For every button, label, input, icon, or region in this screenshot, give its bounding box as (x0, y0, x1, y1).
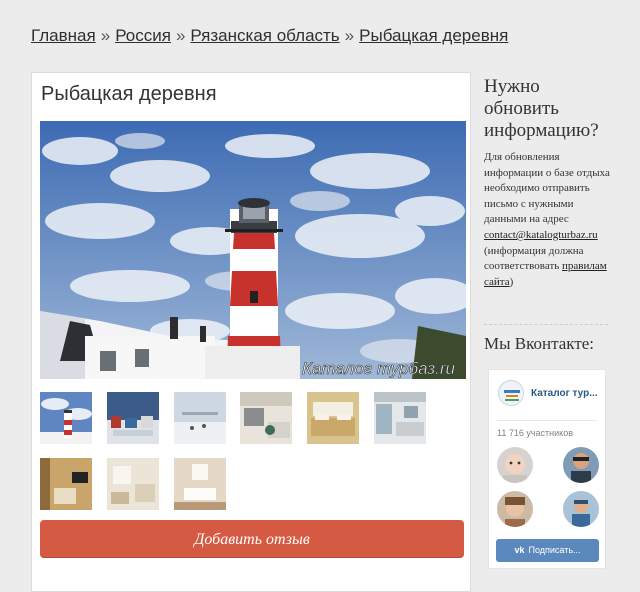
breadcrumb-separator: » (100, 26, 111, 45)
vk-divider (497, 420, 597, 421)
hero-photo[interactable]: Каталог турбаз.ru (40, 121, 466, 379)
bathroom-photo-icon[interactable] (174, 458, 226, 510)
group-logo-icon[interactable] (498, 380, 524, 406)
vk-member-count[interactable]: 11 716 участников (497, 428, 573, 438)
add-review-button[interactable]: Добавить отзыв (40, 520, 464, 557)
breadcrumb-home-link[interactable]: Главная (31, 26, 96, 45)
room-photo-icon[interactable] (107, 458, 159, 510)
member-avatar-2[interactable] (563, 447, 599, 483)
lighthouse-photo-image: Каталог турбаз.ru (40, 121, 466, 379)
kitchen2-photo-icon[interactable] (374, 392, 426, 444)
houses-photo-icon[interactable] (107, 392, 159, 444)
snow-photo-icon[interactable] (174, 392, 226, 444)
main-content-card: Рыбацкая деревня Каталог турбаз.ru Добав… (31, 72, 471, 592)
breadcrumb-current-link[interactable]: Рыбацкая деревня (359, 26, 508, 45)
update-info-text: Для обновления информации о базе отдыха … (484, 150, 614, 290)
member-avatar-3[interactable] (497, 491, 533, 527)
bedroom-photo-icon[interactable] (307, 392, 359, 444)
breadcrumb-russia-link[interactable]: Россия (115, 26, 171, 45)
lighthouse-photo-icon[interactable] (40, 392, 92, 444)
breadcrumb-separator: » (344, 26, 355, 45)
member-avatar-1[interactable] (497, 447, 533, 483)
sidebar-divider (484, 324, 608, 325)
vk-subscribe-button[interactable]: vk Подписать... (496, 539, 599, 562)
vk-group-name[interactable]: Каталог тур... (531, 388, 603, 399)
vk-subscribe-label: Подписать... (528, 545, 581, 555)
sidebar: Нужно обновить информацию? Для обновлени… (484, 76, 614, 353)
vk-logo-icon: vk (514, 545, 525, 555)
vk-widget: Каталог тур... 11 716 участников vk Подпи… (488, 369, 606, 569)
breadcrumb-region-link[interactable]: Рязанская область (190, 26, 339, 45)
update-info-heading: Нужно обновить информацию? (484, 76, 599, 141)
update-info-text-1: Для обновления информации о базе отдыха … (484, 151, 610, 226)
update-info-text-3: ) (509, 275, 514, 288)
page-title: Рыбацкая деревня (41, 83, 217, 105)
room-tv-photo-icon[interactable] (40, 458, 92, 510)
member-avatar-4[interactable] (563, 491, 599, 527)
vk-heading: Мы Вконтакте: (484, 334, 595, 353)
watermark-text: Каталог турбаз.ru (302, 359, 456, 378)
breadcrumb-separator: » (175, 26, 186, 45)
kitchen-photo-icon[interactable] (240, 392, 292, 444)
email-link[interactable]: contact@katalogturbaz.ru (484, 229, 598, 241)
breadcrumb: Главная» Россия» Рязанская область» Рыбацка… (31, 26, 508, 46)
